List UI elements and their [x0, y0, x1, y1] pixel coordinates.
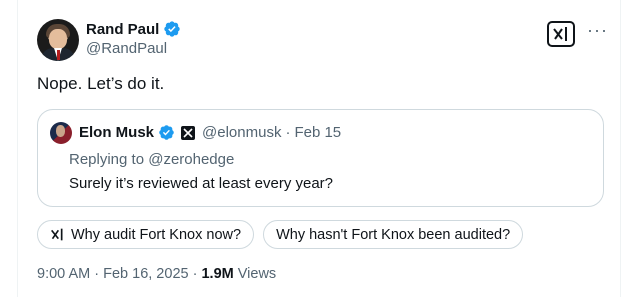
grok-prompt-chip[interactable]: Why hasn't Fort Knox been audited?: [263, 220, 524, 249]
view-count[interactable]: 1.9M: [201, 266, 233, 282]
grok-prompt-label: Why hasn't Fort Knox been audited?: [276, 226, 511, 243]
verified-badge-icon: [159, 125, 174, 140]
grok-prompt-chips: Why audit Fort Knox now? Why hasn't Fort…: [37, 220, 524, 249]
author-name-row[interactable]: Rand Paul: [86, 20, 181, 38]
author-avatar[interactable]: [37, 19, 79, 61]
grok-icon: [51, 228, 63, 241]
quoted-header: Elon Musk @elonmusk · Feb 15: [79, 124, 341, 141]
grok-prompt-label: Why audit Fort Knox now?: [71, 226, 242, 243]
tweet-meta: 9:00 AM · Feb 16, 2025 · 1.9M Views: [37, 266, 276, 282]
author-handle[interactable]: @RandPaul: [86, 40, 167, 57]
tweet-text: Nope. Let’s do it.: [37, 74, 165, 93]
separator-dot: ·: [94, 266, 100, 282]
grok-icon[interactable]: [547, 21, 575, 47]
quoted-date[interactable]: Feb 15: [294, 124, 341, 141]
tweet-date[interactable]: Feb 16, 2025: [103, 266, 188, 282]
quoted-tweet[interactable]: Elon Musk @elonmusk · Feb 15 Replying to…: [37, 109, 604, 207]
x-logo-icon: [181, 125, 196, 140]
tweet-time[interactable]: 9:00 AM: [37, 266, 90, 282]
tweet-card: Rand Paul @RandPaul ··· Nope. Let’s do i…: [17, 0, 621, 297]
verified-badge-icon: [164, 21, 181, 37]
separator-dot: ·: [285, 124, 291, 141]
quoted-avatar[interactable]: [50, 122, 72, 144]
separator-dot: ·: [192, 266, 198, 282]
quoted-handle[interactable]: @elonmusk: [202, 124, 281, 141]
author-name[interactable]: Rand Paul: [86, 21, 159, 38]
quoted-author-name[interactable]: Elon Musk: [79, 124, 154, 141]
views-label: Views: [237, 266, 277, 282]
quoted-replying-to: Replying to @zerohedge: [69, 151, 235, 168]
grok-prompt-chip[interactable]: Why audit Fort Knox now?: [37, 220, 255, 249]
quoted-text: Surely it’s reviewed at least every year…: [69, 175, 334, 192]
more-icon[interactable]: ···: [587, 20, 608, 41]
